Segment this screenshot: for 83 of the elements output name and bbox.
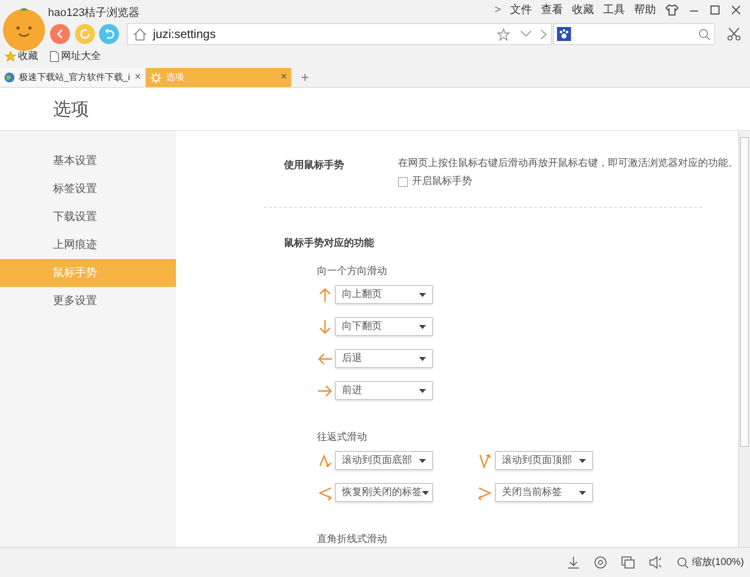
sidebar-item[interactable]: 上网痕迹 <box>0 231 176 259</box>
group-title: 往返式滑动 <box>317 430 368 445</box>
globe-icon <box>4 72 15 83</box>
back-button[interactable] <box>50 24 70 44</box>
dropdown[interactable]: 后退 <box>335 349 433 368</box>
speaker-icon[interactable] <box>648 556 663 569</box>
bookmark-link[interactable]: 收藏 <box>18 49 38 64</box>
dropdown[interactable]: 向下翻页 <box>335 317 433 336</box>
caret-icon <box>419 292 426 296</box>
caret-icon <box>422 490 429 494</box>
caret-icon <box>579 458 586 462</box>
tab-title: 极速下载站_官方软件下载_i <box>19 70 131 84</box>
scrollbar[interactable] <box>738 131 750 547</box>
caret-icon <box>419 388 426 392</box>
paw-icon[interactable] <box>557 27 571 41</box>
gesture-arrow-icon <box>317 318 333 334</box>
sidebar-item[interactable]: 下载设置 <box>0 203 176 231</box>
gesture-arrow-icon <box>317 484 333 500</box>
gesture-arrow-icon <box>477 452 493 468</box>
caret-icon <box>419 356 426 360</box>
star-icon <box>5 51 16 62</box>
menu-item[interactable]: 帮助 <box>634 2 656 18</box>
caret-icon <box>419 324 426 328</box>
url-text: juzi:settings <box>153 26 217 43</box>
window-title: hao123桔子浏览器 <box>48 6 140 21</box>
bookmark-link[interactable]: 网址大全 <box>61 49 101 64</box>
search-field[interactable] <box>553 23 715 45</box>
home-icon[interactable] <box>133 28 147 40</box>
gear-icon <box>150 72 162 84</box>
fruit-logo <box>2 6 46 52</box>
dropdown-icon[interactable] <box>520 30 532 38</box>
download-icon[interactable] <box>566 556 580 569</box>
zoom-icon[interactable] <box>676 556 689 568</box>
caret-icon <box>579 490 586 494</box>
menu-item[interactable]: 查看 <box>541 2 563 18</box>
dropdown[interactable]: 向上翻页 <box>335 285 433 304</box>
star-icon[interactable] <box>497 28 510 40</box>
forward-icon[interactable] <box>540 28 547 40</box>
gesture-arrow-icon <box>317 382 333 398</box>
setting-label: 使用鼠标手势 <box>284 158 345 173</box>
refresh-icon <box>79 28 91 40</box>
setting-description: 在网页上按住鼠标右键后滑动再放开鼠标右键，即可激活浏览器对应的功能。 <box>398 156 738 171</box>
menu-item[interactable]: 工具 <box>603 2 625 18</box>
menu-item[interactable]: 收藏 <box>572 2 594 18</box>
close-icon[interactable] <box>730 4 742 16</box>
menu-chevron[interactable]: > <box>494 2 501 18</box>
page-title: 选项 <box>53 98 89 120</box>
dropdown[interactable]: 滚动到页面底部 <box>335 451 433 470</box>
dropdown[interactable]: 恢复刚关闭的标签 <box>335 483 433 502</box>
group-title: 向一个方向滑动 <box>317 264 388 279</box>
checkbox[interactable] <box>398 176 408 186</box>
gesture-arrow-icon <box>317 452 333 468</box>
gesture-arrow-icon <box>477 484 493 500</box>
dropdown[interactable]: 关闭当前标签 <box>495 483 593 502</box>
menu-item[interactable]: 文件 <box>510 2 532 18</box>
target-icon[interactable] <box>594 556 607 569</box>
group-title: 直角折线式滑动 <box>317 532 388 547</box>
tab-title: 选项 <box>166 70 185 84</box>
caret-icon <box>419 458 426 462</box>
sidebar-item[interactable]: 更多设置 <box>0 287 176 315</box>
sidebar-item[interactable]: 标签设置 <box>0 175 176 203</box>
windows-icon[interactable] <box>620 556 635 569</box>
zoom-level[interactable]: 缩放(100%) <box>692 555 744 570</box>
scissors-icon[interactable] <box>727 27 741 41</box>
gesture-arrow-icon <box>317 286 333 302</box>
undo-icon <box>103 28 115 40</box>
checkbox-label: 开启鼠标手势 <box>412 174 472 189</box>
address-bar[interactable]: juzi:settings <box>127 23 552 45</box>
maximize-icon[interactable] <box>709 4 721 16</box>
tab-close-button[interactable]: × <box>134 69 141 86</box>
browser-tab[interactable]: 选项 × <box>146 68 292 87</box>
scrollbar-thumb[interactable] <box>740 137 749 447</box>
search-icon[interactable] <box>698 28 711 40</box>
browser-tab[interactable]: 极速下载站_官方软件下载_i × <box>0 68 146 87</box>
sidebar-item[interactable]: 基本设置 <box>0 147 176 175</box>
shirt-icon[interactable] <box>665 4 679 16</box>
dropdown[interactable]: 前进 <box>335 381 433 400</box>
dropdown[interactable]: 滚动到页面顶部 <box>495 451 593 470</box>
new-tab-button[interactable]: + <box>294 68 316 87</box>
section-title: 鼠标手势对应的功能 <box>284 236 375 251</box>
gesture-arrow-icon <box>317 350 333 366</box>
page-icon <box>50 51 59 62</box>
tab-close-button[interactable]: × <box>280 69 287 86</box>
